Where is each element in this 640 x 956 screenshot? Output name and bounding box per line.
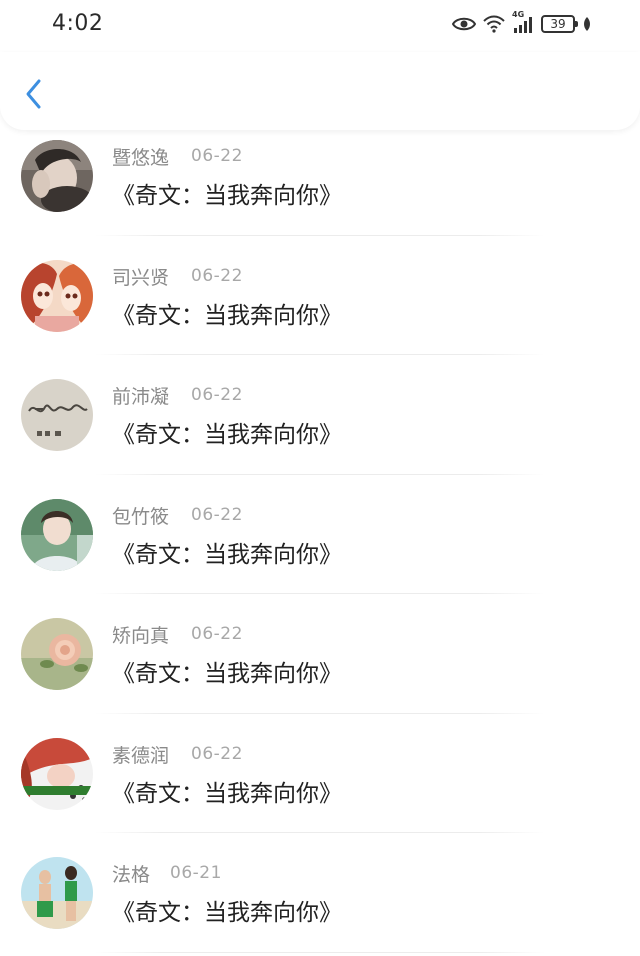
divider: [95, 473, 545, 475]
comment-list: 暨悠逸 06-22 《奇文：当我奔向你》 司兴贤 06-22 《奇文：当我奔向你…: [0, 130, 640, 956]
divider: [95, 354, 545, 355]
divider: [95, 832, 545, 833]
divider: [95, 712, 545, 714]
item-date: 06-22: [191, 504, 243, 525]
item-date: 06-22: [191, 385, 243, 405]
list-item[interactable]: 暨悠逸 06-22 《奇文：当我奔向你》: [0, 130, 640, 250]
item-title[interactable]: 《奇文：当我奔向你》: [112, 893, 342, 927]
wifi-icon: [483, 15, 505, 33]
avatar[interactable]: [21, 737, 93, 810]
list-item[interactable]: 矫向真 06-22 《奇文：当我奔向你》: [0, 608, 640, 728]
avatar[interactable]: [21, 259, 93, 332]
signal-icon: 4G: [512, 10, 534, 34]
list-item[interactable]: 前沛凝 06-22 《奇文：当我奔向你》: [0, 369, 640, 489]
status-icons: 4G 39: [452, 10, 592, 36]
user-name[interactable]: 暨悠逸: [112, 143, 169, 170]
list-item[interactable]: 司兴贤 06-22 《奇文：当我奔向你》: [0, 250, 640, 370]
user-name[interactable]: 司兴贤: [112, 263, 169, 290]
chevron-left-icon: [26, 79, 41, 109]
divider: [95, 593, 545, 594]
item-date: 06-22: [191, 265, 243, 286]
item-title[interactable]: 《奇文：当我奔向你》: [112, 535, 342, 569]
user-name[interactable]: 法格: [112, 860, 150, 887]
user-name[interactable]: 矫向真: [112, 621, 169, 648]
network-type-label: 4G: [512, 10, 525, 19]
page: 4:02 4G 39 暨悠逸 06-22 《奇文：当我奔向你》 司兴贤 06-2…: [0, 0, 640, 956]
avatar[interactable]: [21, 618, 93, 690]
eye-icon: [452, 16, 476, 32]
battery-icon: 39: [541, 15, 578, 33]
user-name[interactable]: 包竹筱: [112, 502, 169, 529]
list-item[interactable]: 素德润 06-22 《奇文：当我奔向你》: [0, 728, 640, 848]
nav-bar: [0, 52, 640, 130]
item-date: 06-22: [191, 743, 243, 764]
back-button[interactable]: [18, 74, 50, 114]
status-time: 4:02: [52, 11, 104, 36]
user-name[interactable]: 素德润: [112, 741, 169, 768]
item-date: 06-21: [170, 863, 222, 883]
item-title[interactable]: 《奇文：当我奔向你》: [112, 176, 342, 210]
item-title[interactable]: 《奇文：当我奔向你》: [112, 774, 342, 808]
item-title[interactable]: 《奇文：当我奔向你》: [112, 415, 342, 449]
avatar[interactable]: [21, 379, 93, 451]
item-title[interactable]: 《奇文：当我奔向你》: [112, 654, 342, 688]
list-item[interactable]: 法格 06-21 《奇文：当我奔向你》: [0, 847, 640, 956]
item-title[interactable]: 《奇文：当我奔向你》: [112, 296, 342, 330]
list-item[interactable]: 包竹筱 06-22 《奇文：当我奔向你》: [0, 489, 640, 609]
avatar[interactable]: [21, 498, 93, 571]
user-name[interactable]: 前沛凝: [112, 382, 169, 409]
item-date: 06-22: [191, 146, 243, 166]
divider: [95, 951, 545, 953]
avatar[interactable]: [21, 140, 93, 212]
item-date: 06-22: [191, 624, 243, 644]
leaf-icon: [582, 16, 592, 32]
avatar[interactable]: [21, 857, 93, 929]
status-bar: 4:02 4G 39: [0, 0, 640, 52]
divider: [95, 234, 545, 236]
